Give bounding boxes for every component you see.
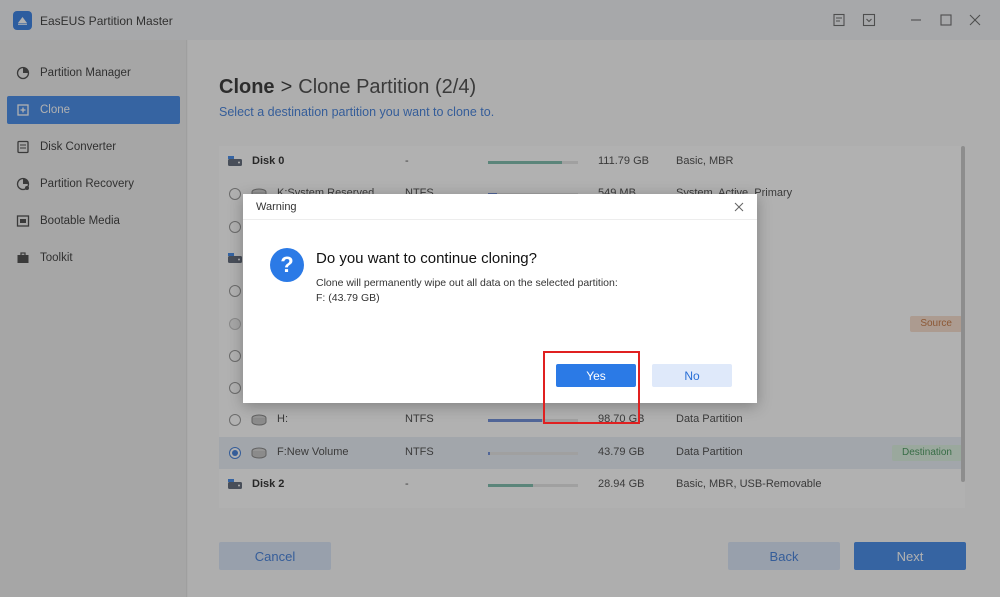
dialog-header: Warning	[243, 194, 757, 220]
dialog-title: Warning	[256, 201, 297, 213]
yes-button[interactable]: Yes	[556, 364, 636, 387]
no-button[interactable]: No	[652, 364, 732, 387]
dialog-message-detail: F: (43.79 GB)	[316, 292, 380, 304]
question-icon: ?	[270, 248, 304, 282]
dialog-message-line: Clone will permanently wipe out all data…	[316, 277, 618, 289]
dialog-heading: Do you want to continue cloning?	[316, 250, 537, 267]
dialog-close-icon[interactable]	[733, 201, 745, 213]
dialog-message: Clone will permanently wipe out all data…	[316, 276, 618, 306]
warning-dialog: Warning ? Do you want to continue clonin…	[243, 194, 757, 424]
yes-button-highlight	[543, 351, 640, 424]
